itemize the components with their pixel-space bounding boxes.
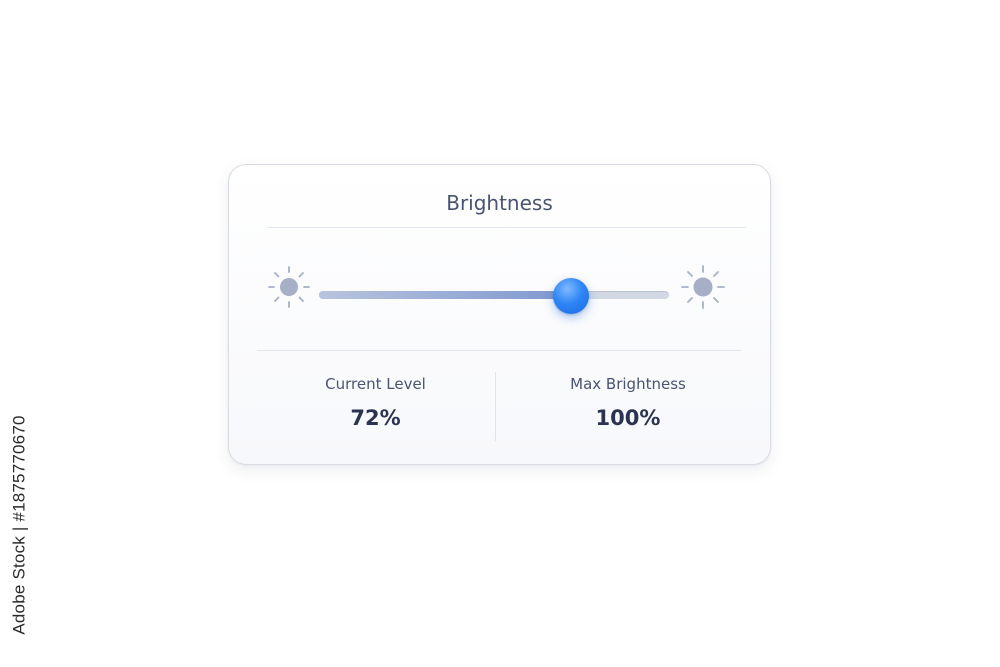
panel-title: Brightness	[446, 191, 553, 215]
title-divider	[267, 227, 746, 228]
sun-high-icon	[681, 265, 725, 309]
stock-watermark-text: Adobe Stock | #1875770670	[10, 415, 30, 635]
current-level-stat: Current Level 72%	[229, 351, 495, 466]
stats-row: Current Level 72% Max Brightness 100%	[229, 351, 770, 466]
max-brightness-value: 100%	[595, 406, 661, 430]
brightness-panel: Brightness Current Level 72% Max Brightn…	[228, 164, 771, 465]
current-level-label: Current Level	[325, 375, 426, 393]
max-brightness-stat: Max Brightness 100%	[496, 351, 772, 466]
slider-fill	[319, 291, 571, 299]
stock-watermark-id: Adobe Stock | #1875770670	[8, 415, 32, 634]
brightness-slider[interactable]	[319, 278, 669, 314]
max-brightness-label: Max Brightness	[570, 375, 686, 393]
slider-thumb[interactable]	[553, 278, 589, 314]
current-level-value: 72%	[350, 406, 401, 430]
sun-low-icon	[268, 266, 310, 308]
